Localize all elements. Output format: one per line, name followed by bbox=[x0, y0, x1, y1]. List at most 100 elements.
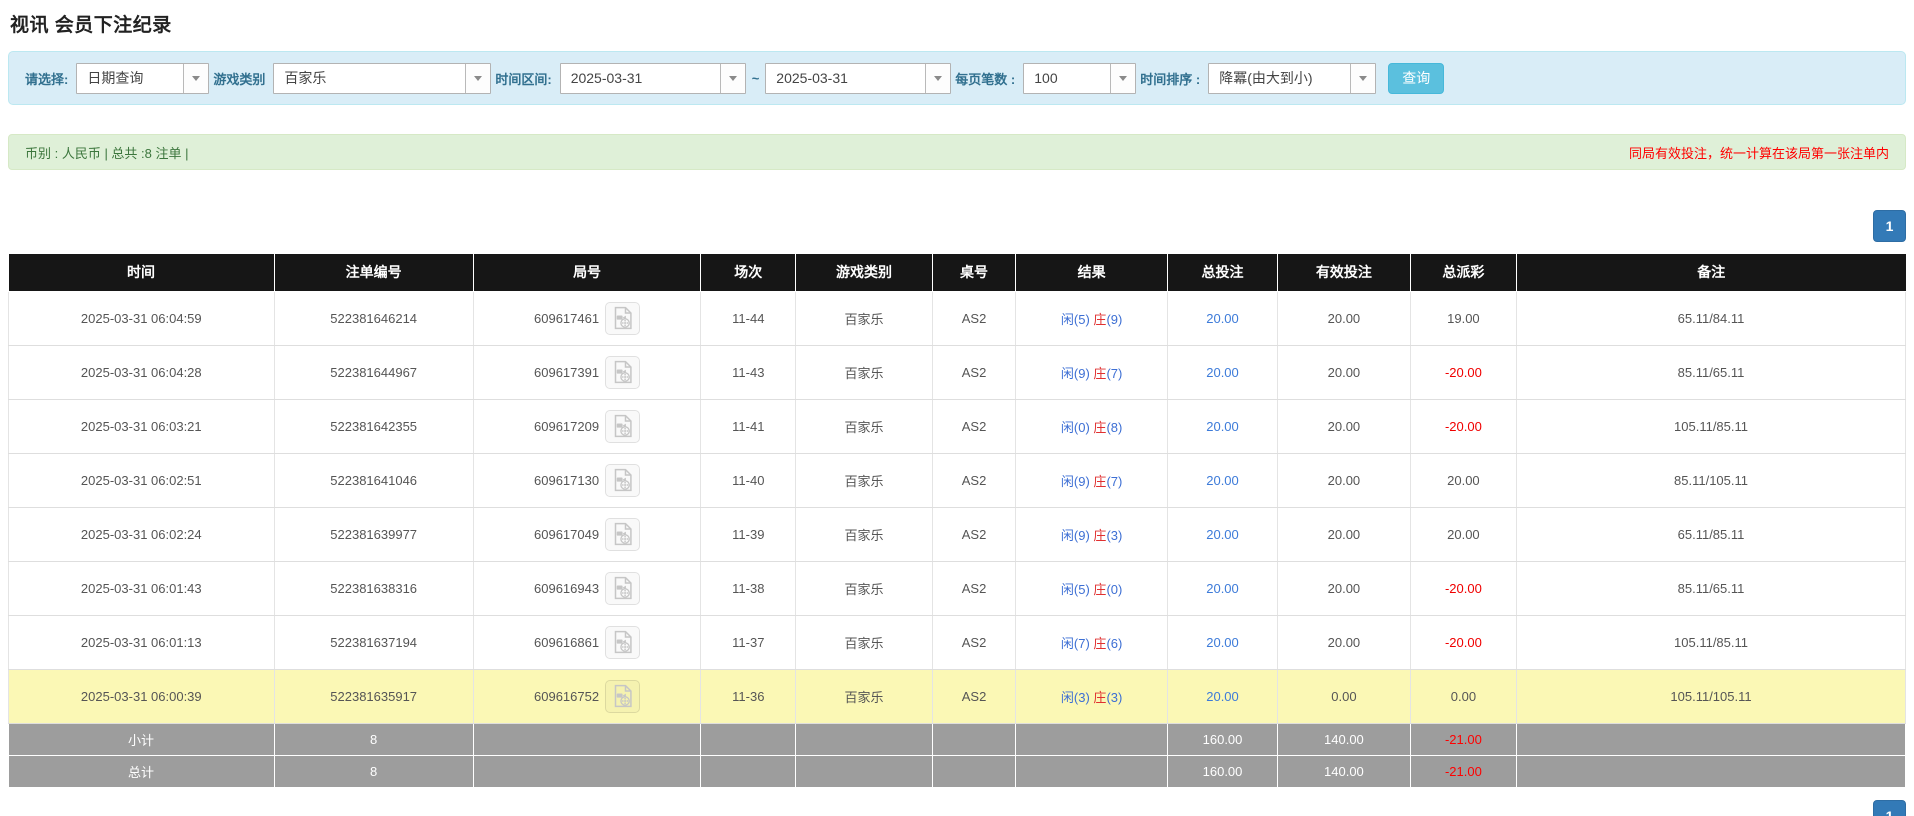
subtotal-row-cell: 160.00 bbox=[1168, 723, 1278, 755]
result-banker-points: (0) bbox=[1106, 582, 1122, 597]
cell-session: 11-39 bbox=[701, 507, 796, 561]
video-file-icon[interactable] bbox=[605, 680, 640, 713]
cell-result: 闲(0) 庄(8) bbox=[1016, 399, 1168, 453]
query-type-select[interactable]: 日期查询 bbox=[76, 63, 209, 94]
cell-game-type: 百家乐 bbox=[796, 615, 933, 669]
date-from-select[interactable]: 2025-03-31 bbox=[560, 63, 746, 94]
filter-bar: 请选择: 日期查询 游戏类别 百家乐 时间区间: 2025-03-31 ~ 20… bbox=[8, 51, 1906, 105]
round-number: 609617461 bbox=[534, 311, 599, 326]
table-row: 2025-03-31 06:03:21522381642355609617209… bbox=[9, 399, 1906, 453]
result-banker: 庄 bbox=[1090, 474, 1107, 489]
total-bet-link[interactable]: 20.00 bbox=[1206, 689, 1239, 704]
cell-payout: -20.00 bbox=[1410, 615, 1516, 669]
cell-total-bet[interactable]: 20.00 bbox=[1168, 291, 1278, 345]
cell-round: 609616752 bbox=[473, 669, 701, 723]
round-number: 609616752 bbox=[534, 689, 599, 704]
subtotal-row-cell: -21.00 bbox=[1410, 723, 1516, 755]
cell-time: 2025-03-31 06:03:21 bbox=[9, 399, 275, 453]
total-bet-link[interactable]: 20.00 bbox=[1206, 635, 1239, 650]
cell-result: 闲(3) 庄(3) bbox=[1016, 669, 1168, 723]
round-number: 609617130 bbox=[534, 473, 599, 488]
cell-result: 闲(9) 庄(7) bbox=[1016, 345, 1168, 399]
total-bet-link[interactable]: 20.00 bbox=[1206, 311, 1239, 326]
cell-result: 闲(5) 庄(0) bbox=[1016, 561, 1168, 615]
result-banker: 庄 bbox=[1090, 420, 1107, 435]
cell-session: 11-37 bbox=[701, 615, 796, 669]
cell-total-bet[interactable]: 20.00 bbox=[1168, 669, 1278, 723]
result-banker-points: (9) bbox=[1106, 312, 1122, 327]
page-title: 视讯 会员下注纪录 bbox=[10, 10, 1906, 37]
total-row-cell: 160.00 bbox=[1168, 755, 1278, 787]
cell-result: 闲(5) 庄(9) bbox=[1016, 291, 1168, 345]
cell-total-bet[interactable]: 20.00 bbox=[1168, 507, 1278, 561]
cell-result: 闲(7) 庄(6) bbox=[1016, 615, 1168, 669]
cell-game-type: 百家乐 bbox=[796, 561, 933, 615]
cell-payout: -20.00 bbox=[1410, 345, 1516, 399]
game-category-label: 游戏类别 bbox=[213, 69, 265, 88]
result-banker: 庄 bbox=[1090, 582, 1107, 597]
result-banker: 庄 bbox=[1090, 312, 1107, 327]
cell-valid-bet: 20.00 bbox=[1278, 291, 1411, 345]
video-file-icon[interactable] bbox=[605, 410, 640, 443]
total-bet-link[interactable]: 20.00 bbox=[1206, 365, 1239, 380]
cell-round: 609617391 bbox=[473, 345, 701, 399]
cell-total-bet[interactable]: 20.00 bbox=[1168, 399, 1278, 453]
video-file-icon[interactable] bbox=[605, 572, 640, 605]
time-sort-select[interactable]: 降冪(由大到小) bbox=[1208, 63, 1376, 94]
time-sort-value: 降冪(由大到小) bbox=[1209, 68, 1350, 88]
cell-note: 65.11/84.11 bbox=[1517, 291, 1906, 345]
total-bet-link[interactable]: 20.00 bbox=[1206, 581, 1239, 596]
cell-session: 11-38 bbox=[701, 561, 796, 615]
total-bet-link[interactable]: 20.00 bbox=[1206, 419, 1239, 434]
subtotal-row-cell bbox=[473, 723, 701, 755]
column-header: 备注 bbox=[1517, 254, 1906, 291]
cell-total-bet[interactable]: 20.00 bbox=[1168, 453, 1278, 507]
cell-valid-bet: 20.00 bbox=[1278, 507, 1411, 561]
result-banker: 庄 bbox=[1090, 528, 1107, 543]
cell-total-bet[interactable]: 20.00 bbox=[1168, 615, 1278, 669]
cell-total-bet[interactable]: 20.00 bbox=[1168, 345, 1278, 399]
game-category-select[interactable]: 百家乐 bbox=[273, 63, 491, 94]
page-1-button-bottom[interactable]: 1 bbox=[1873, 800, 1906, 816]
cell-note: 85.11/65.11 bbox=[1517, 561, 1906, 615]
cell-note: 85.11/65.11 bbox=[1517, 345, 1906, 399]
date-to-select[interactable]: 2025-03-31 bbox=[765, 63, 951, 94]
cell-time: 2025-03-31 06:04:59 bbox=[9, 291, 275, 345]
column-header: 桌号 bbox=[932, 254, 1015, 291]
cell-bet-id: 522381637194 bbox=[274, 615, 473, 669]
cell-payout: 0.00 bbox=[1410, 669, 1516, 723]
table-row: 2025-03-31 06:01:13522381637194609616861… bbox=[9, 615, 1906, 669]
search-button[interactable]: 查询 bbox=[1388, 63, 1444, 94]
cell-note: 105.11/85.11 bbox=[1517, 615, 1906, 669]
column-header: 总派彩 bbox=[1410, 254, 1516, 291]
video-file-icon[interactable] bbox=[605, 464, 640, 497]
subtotal-row-cell bbox=[796, 723, 933, 755]
subtotal-row-cell: 8 bbox=[274, 723, 473, 755]
cell-table-no: AS2 bbox=[932, 345, 1015, 399]
cell-round: 609616861 bbox=[473, 615, 701, 669]
column-header: 时间 bbox=[9, 254, 275, 291]
cell-bet-id: 522381641046 bbox=[274, 453, 473, 507]
total-bet-link[interactable]: 20.00 bbox=[1206, 473, 1239, 488]
video-file-icon[interactable] bbox=[605, 518, 640, 551]
time-sort-label: 时间排序 : bbox=[1140, 69, 1200, 88]
table-row: 2025-03-31 06:01:43522381638316609616943… bbox=[9, 561, 1906, 615]
cell-valid-bet: 20.00 bbox=[1278, 615, 1411, 669]
page-1-button[interactable]: 1 bbox=[1873, 210, 1906, 242]
table-row: 2025-03-31 06:00:39522381635917609616752… bbox=[9, 669, 1906, 723]
per-page-select[interactable]: 100 bbox=[1023, 63, 1136, 94]
result-player: 闲(0) bbox=[1061, 420, 1090, 435]
cell-session: 11-41 bbox=[701, 399, 796, 453]
result-banker-points: (7) bbox=[1106, 474, 1122, 489]
time-range-label: 时间区间: bbox=[495, 69, 551, 88]
cell-table-no: AS2 bbox=[932, 615, 1015, 669]
cell-total-bet[interactable]: 20.00 bbox=[1168, 561, 1278, 615]
video-file-icon[interactable] bbox=[605, 356, 640, 389]
betting-records-page: 视讯 会员下注纪录 请选择: 日期查询 游戏类别 百家乐 时间区间: 2025-… bbox=[0, 0, 1914, 816]
table-row: 2025-03-31 06:04:28522381644967609617391… bbox=[9, 345, 1906, 399]
video-file-icon[interactable] bbox=[605, 626, 640, 659]
total-bet-link[interactable]: 20.00 bbox=[1206, 527, 1239, 542]
video-file-icon[interactable] bbox=[605, 302, 640, 335]
cell-payout: 19.00 bbox=[1410, 291, 1516, 345]
total-row-cell: 8 bbox=[274, 755, 473, 787]
